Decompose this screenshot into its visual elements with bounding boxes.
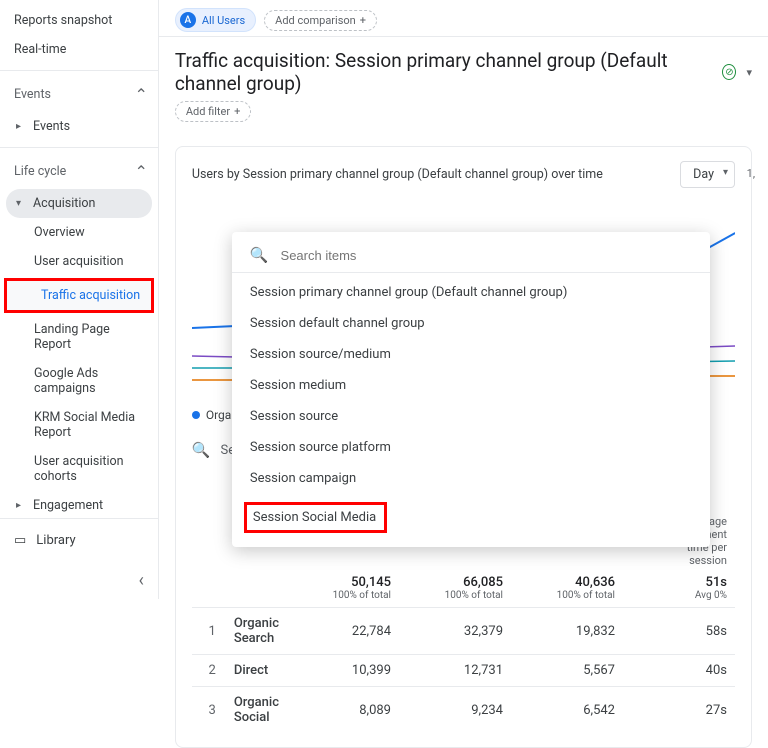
menu-item-source-medium[interactable]: Session source/medium [232,339,710,370]
search-icon[interactable]: 🔍 [192,441,211,459]
dimension-picker-menu: 🔍 Session primary channel group (Default… [232,232,710,547]
chevron-up-icon: ⌃ [134,85,147,104]
chevron-up-icon: ⌃ [134,162,147,181]
nav-landing-page[interactable]: Landing Page Report [0,315,158,359]
nav-events[interactable]: Events [0,112,158,141]
menu-item-primary-channel[interactable]: Session primary channel group (Default c… [232,277,710,308]
library-icon: ▭ [14,533,26,548]
nav-engagement[interactable]: Engagement [0,491,158,518]
verified-icon: ⊘ [722,64,736,80]
plus-icon: + [360,14,366,27]
search-icon: 🔍 [250,246,269,264]
nav-overview[interactable]: Overview [0,218,158,247]
granularity-select[interactable]: Day [680,161,735,188]
sidebar: Reports snapshot Real-time Events ⌃ Even… [0,0,159,599]
dimension-search-input[interactable] [281,248,692,263]
page-title: Traffic acquisition: Session primary cha… [175,49,713,95]
table-row[interactable]: 3 Organic Social 8,089 9,234 6,542 27s [192,686,735,733]
menu-item-social-media[interactable]: Session Social Media [232,494,710,541]
menu-item-medium[interactable]: Session medium [232,370,710,401]
segment-a-icon: A [180,12,196,28]
nav-krm-social[interactable]: KRM Social Media Report [0,403,158,447]
main-content: A All Users Add comparison + Traffic acq… [159,0,768,599]
totals-row: 50,145100% of total 66,085100% of total … [192,567,735,607]
report-card: Users by Session primary channel group (… [175,146,752,748]
nav-section-lifecycle[interactable]: Life cycle ⌃ [0,154,158,189]
nav-acquisition[interactable]: Acquisition [6,189,152,218]
nav-section-events[interactable]: Events ⌃ [0,77,158,112]
nav-library[interactable]: ▭ Library [0,518,158,562]
y-axis-tick: 1, [747,167,755,180]
menu-item-source-platform[interactable]: Session source platform [232,432,710,463]
legend-organic: Orga [192,408,231,422]
nav-traffic-acquisition[interactable]: Traffic acquisition [7,281,151,310]
table-row[interactable]: 1 Organic Search 22,784 32,379 19,832 58… [192,607,735,654]
nav-realtime[interactable]: Real-time [0,35,158,64]
add-filter-button[interactable]: Add filter + [175,101,252,122]
menu-item-campaign[interactable]: Session campaign [232,463,710,494]
title-dropdown-icon[interactable]: ▾ [746,66,752,79]
nav-reports-snapshot[interactable]: Reports snapshot [0,6,158,35]
collapse-sidebar-icon[interactable]: ‹ [138,570,143,591]
menu-item-default-channel[interactable]: Session default channel group [232,308,710,339]
plus-icon: + [234,105,240,118]
add-comparison-button[interactable]: Add comparison + [264,10,377,31]
nav-user-acquisition[interactable]: User acquisition [0,247,158,276]
chart-title: Users by Session primary channel group (… [192,167,603,182]
segment-all-users[interactable]: A All Users [175,8,256,32]
table-row[interactable]: 2 Direct 10,399 12,731 5,567 40s [192,654,735,686]
nav-google-ads[interactable]: Google Ads campaigns [0,359,158,403]
menu-item-source[interactable]: Session source [232,401,710,432]
nav-user-acq-cohorts[interactable]: User acquisition cohorts [0,447,158,491]
